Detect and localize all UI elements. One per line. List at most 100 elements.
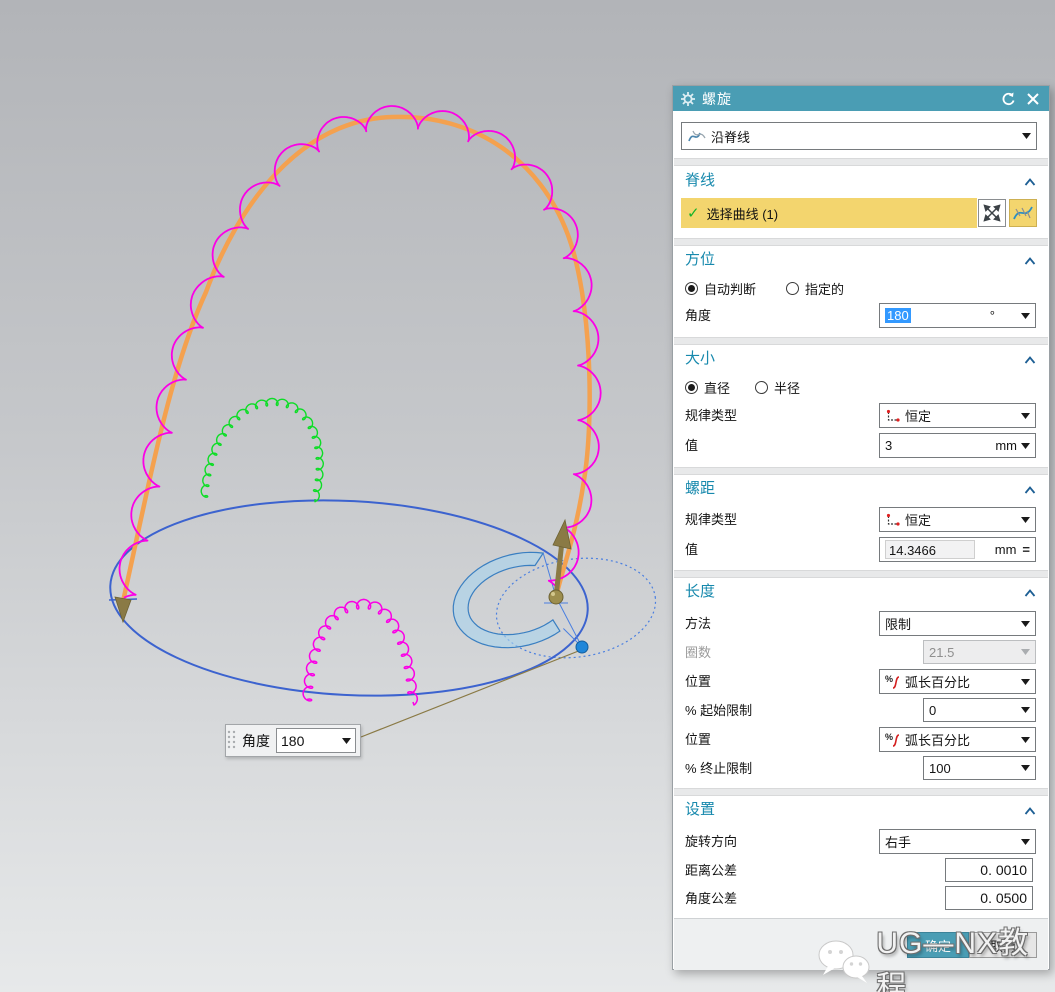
select-curve-row[interactable]: ✓ 选择曲线 (1) [681, 198, 977, 228]
location-label: 位置 [685, 674, 712, 689]
start-limit-value: 0 [929, 702, 937, 718]
angle-tolerance-label: 角度公差 [685, 891, 738, 906]
end-location-dropdown[interactable]: % 弧长百分比 [879, 727, 1036, 752]
spine-curve[interactable] [119, 114, 592, 609]
rotation-direction-dropdown[interactable]: 右手 [879, 829, 1036, 854]
dropdown-arrow-icon[interactable] [1021, 516, 1030, 523]
size-radio-diameter[interactable]: 直径 [685, 375, 730, 399]
dropdown-arrow-icon[interactable] [1021, 678, 1030, 685]
collapse-chevron-icon[interactable] [1024, 589, 1036, 597]
arc-percent-icon: % [885, 732, 900, 747]
orientation-radio-auto[interactable]: 自动判断 [685, 276, 756, 300]
radio-selected-icon[interactable] [685, 380, 698, 394]
start-limit-input[interactable]: 0 [923, 698, 1036, 722]
dropdown-arrow-icon[interactable] [1021, 707, 1030, 713]
close-icon[interactable] [1026, 92, 1040, 106]
mm-unit[interactable]: mm [995, 438, 1017, 453]
helix-dialog: 螺旋 沿脊线 脊线 ✓ 选择曲线 (1) 方位 自动判断 指定的 角度 180 … [672, 85, 1050, 970]
angle-overlay-input[interactable]: 180 [276, 728, 356, 753]
size-radio-radius[interactable]: 半径 [755, 375, 800, 399]
collapse-chevron-icon[interactable] [1024, 257, 1036, 265]
collapse-chevron-icon[interactable] [1024, 356, 1036, 364]
method-dropdown[interactable]: 限制 [879, 611, 1036, 636]
rotation-direction-label: 旋转方向 [685, 834, 738, 849]
angle-overlay-box[interactable]: 角度 180 [225, 724, 361, 757]
dialog-titlebar[interactable]: 螺旋 [673, 86, 1049, 111]
pitch-law-dropdown[interactable]: 恒定 [879, 507, 1036, 532]
dropdown-arrow-icon[interactable] [1021, 412, 1030, 419]
x-arrows-icon [983, 204, 1001, 222]
check-icon: ✓ [687, 205, 700, 222]
drag-point-handle[interactable] [575, 640, 589, 654]
orientation-radio-specified[interactable]: 指定的 [786, 276, 844, 300]
collapse-chevron-icon[interactable] [1024, 486, 1036, 494]
section-header-spine: 脊线 [685, 172, 716, 189]
direction-arrow-head[interactable] [552, 518, 572, 550]
constant-law-icon [886, 409, 900, 422]
nx-application-viewport[interactable]: 角度 180 螺旋 沿脊线 脊线 ✓ 选择曲线 (1) 方位 自动判断 指定的 … [0, 0, 1055, 992]
spine-curve-icon [688, 130, 706, 142]
size-value-input[interactable]: 3 mm [879, 433, 1036, 458]
dropdown-arrow-icon[interactable] [342, 737, 351, 744]
law-type-label: 规律类型 [685, 512, 738, 527]
start-location-dropdown[interactable]: % 弧长百分比 [879, 669, 1036, 694]
pitch-value[interactable]: 14.3466 [885, 540, 975, 559]
radio-label: 半径 [774, 380, 801, 396]
dropdown-arrow-icon[interactable] [1021, 838, 1030, 845]
mm-unit: mm [994, 542, 1017, 557]
angle-overlay-value: 180 [281, 732, 305, 749]
end-limit-input[interactable]: 100 [923, 756, 1036, 780]
size-value: 3 [885, 438, 893, 453]
green-helix-curve[interactable] [200, 397, 324, 503]
angle-tolerance-value: 0. 0500 [980, 890, 1027, 906]
end-limit-value: 100 [929, 760, 951, 776]
dropdown-arrow-icon[interactable] [1021, 736, 1030, 743]
dropdown-arrow-icon[interactable] [1021, 312, 1030, 319]
section-header-pitch: 螺距 [685, 480, 716, 497]
location-value: 弧长百分比 [905, 675, 971, 690]
distance-tolerance-input[interactable]: 0. 0010 [945, 858, 1033, 882]
pitch-value-input[interactable]: 14.3466 mm = [879, 537, 1036, 562]
curve-rule-button[interactable] [1009, 199, 1037, 227]
radio-icon[interactable] [755, 380, 768, 394]
reset-icon[interactable] [1000, 91, 1016, 107]
section-header-orientation: 方位 [685, 251, 716, 268]
degree-unit: ° [989, 308, 995, 323]
section-separator [674, 570, 1048, 578]
section-separator [674, 238, 1048, 246]
watermark: UG—NX教程 [816, 918, 1055, 992]
direction-arrow-shaft[interactable] [553, 540, 565, 598]
magenta-small-helix-curve[interactable] [302, 598, 419, 706]
angle-input[interactable]: 180 ° [879, 303, 1036, 328]
radio-label: 直径 [704, 380, 731, 396]
dropdown-arrow-icon[interactable] [1021, 765, 1030, 771]
svg-text:%: % [885, 674, 893, 684]
collapse-chevron-icon[interactable] [1024, 178, 1036, 186]
drag-grip-icon[interactable] [226, 729, 238, 753]
constant-law-icon [886, 513, 900, 526]
radio-label: 自动判断 [704, 281, 757, 297]
start-limit-label: % 起始限制 [685, 703, 753, 718]
dropdown-arrow-icon[interactable] [1021, 620, 1030, 627]
size-law-dropdown[interactable]: 恒定 [879, 403, 1036, 428]
location-label: 位置 [685, 732, 712, 747]
radio-icon[interactable] [786, 281, 799, 295]
dropdown-arrow-icon[interactable] [1022, 133, 1031, 139]
dropdown-arrow-icon[interactable] [1021, 442, 1030, 449]
deselect-swap-button[interactable] [978, 199, 1006, 227]
method-label: 方法 [685, 616, 712, 631]
formula-equals-icon[interactable]: = [1022, 542, 1030, 557]
angle-drag-band[interactable] [452, 551, 561, 649]
value-label: 值 [685, 542, 699, 557]
helix-curve[interactable] [118, 105, 602, 599]
origin-handle[interactable] [548, 589, 564, 605]
location-value: 弧长百分比 [905, 733, 971, 748]
angle-tolerance-input[interactable]: 0. 0500 [945, 886, 1033, 910]
select-curve-label: 选择曲线 (1) [706, 206, 779, 222]
collapse-chevron-icon[interactable] [1024, 807, 1036, 815]
radio-selected-icon[interactable] [685, 281, 698, 295]
section-separator [674, 158, 1048, 166]
crossed-curves-icon [1013, 206, 1033, 220]
turns-input-disabled: 21.5 [923, 640, 1036, 664]
helix-type-dropdown[interactable]: 沿脊线 [681, 122, 1037, 150]
